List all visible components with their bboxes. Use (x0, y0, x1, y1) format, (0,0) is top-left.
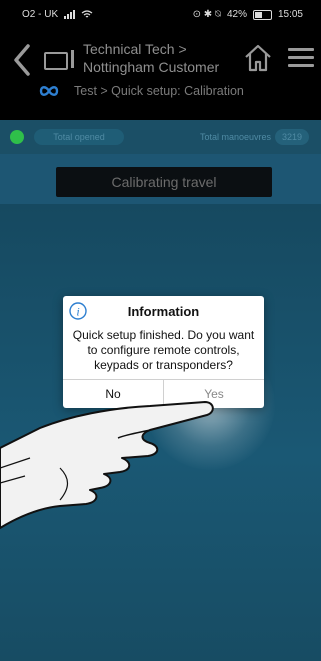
home-icon[interactable] (243, 42, 273, 74)
dialog-message: Quick setup finished. Do you want to con… (72, 328, 255, 372)
status-bar: O2 - UK ⊙ ✱ ⍉ 42% 15:05 (0, 0, 321, 28)
carrier-label: O2 - UK (22, 9, 59, 20)
total-manoeuvres-label: Total manoeuvres (199, 132, 271, 142)
app-screen: O2 - UK ⊙ ✱ ⍉ 42% 15:05 Technical Tech >… (0, 0, 321, 661)
status-icons: ⊙ ✱ ⍉ (192, 9, 221, 20)
clock: 15:05 (277, 9, 303, 20)
status-strip: Total opened Total manoeuvres 3219 (0, 120, 321, 154)
status-led (10, 130, 24, 144)
breadcrumb-sub: Test > Quick setup: Calibration (74, 84, 244, 98)
app-header: Technical Tech > Nottingham Customer Tes… (0, 28, 321, 120)
loop-icon (39, 86, 59, 96)
back-chevron-icon[interactable] (8, 40, 36, 80)
total-opened-pill: Total opened (34, 129, 124, 145)
signal-icon (64, 10, 76, 19)
pointing-hand-illustration (0, 401, 214, 529)
wifi-icon (81, 10, 93, 18)
calibrating-travel-button[interactable]: Calibrating travel (56, 167, 272, 197)
dialog-title: Information (127, 304, 200, 319)
tablet-icon[interactable] (44, 52, 68, 70)
calibration-band: Calibrating travel (0, 154, 321, 204)
breadcrumb-top: Technical Tech > Nottingham Customer (83, 41, 220, 75)
battery-percent: 42% (226, 9, 247, 20)
total-manoeuvres-count: 3219 (275, 129, 309, 145)
battery-icon (252, 9, 272, 20)
hamburger-menu-icon[interactable] (288, 48, 314, 68)
tablet-indicator-icon (71, 50, 74, 68)
